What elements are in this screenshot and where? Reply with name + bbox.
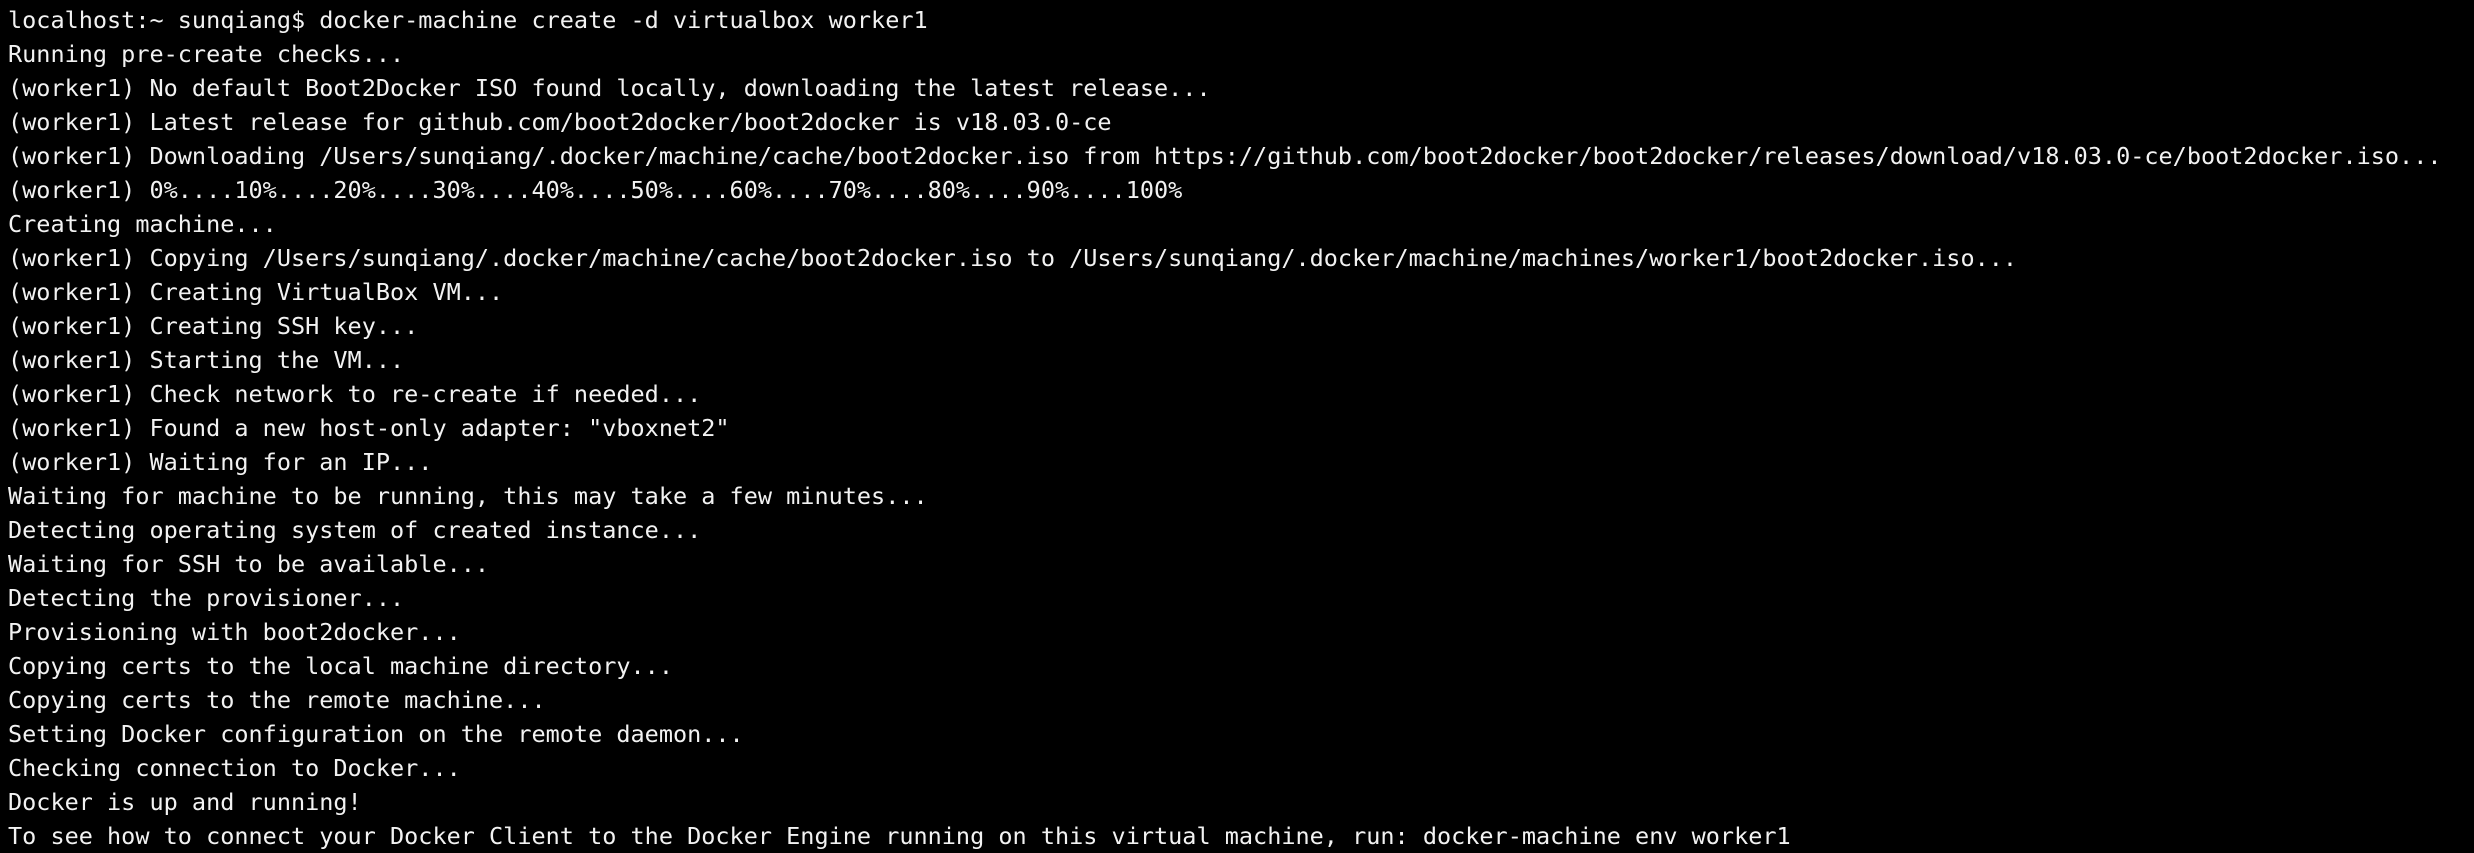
terminal-window[interactable]: localhost:~ sunqiang$ docker-machine cre… xyxy=(0,0,2474,852)
terminal-line: Running pre-create checks... xyxy=(8,40,405,68)
terminal-line: Copying certs to the local machine direc… xyxy=(8,652,673,680)
terminal-line: (worker1) Copying /Users/sunqiang/.docke… xyxy=(8,244,2018,272)
terminal-line: (worker1) Check network to re-create if … xyxy=(8,380,702,408)
terminal-line: (worker1) Waiting for an IP... xyxy=(8,448,433,476)
terminal-line: Detecting the provisioner... xyxy=(8,584,405,612)
terminal-line: (worker1) No default Boot2Docker ISO fou… xyxy=(8,74,1211,102)
terminal-line: Waiting for SSH to be available... xyxy=(8,550,490,578)
terminal-line: Setting Docker configuration on the remo… xyxy=(8,720,744,748)
terminal-line: Copying certs to the remote machine... xyxy=(8,686,546,714)
terminal-line: Provisioning with boot2docker... xyxy=(8,618,461,646)
terminal-line: (worker1) Creating SSH key... xyxy=(8,312,419,340)
terminal-line: (worker1) Latest release for github.com/… xyxy=(8,108,1112,136)
terminal-line: Creating machine... xyxy=(8,210,277,238)
terminal-line: Waiting for machine to be running, this … xyxy=(8,482,928,510)
terminal-line: To see how to connect your Docker Client… xyxy=(8,822,1791,850)
terminal-line-progress: (worker1) 0%....10%....20%....30%....40%… xyxy=(8,176,1183,204)
terminal-line: (worker1) Downloading /Users/sunqiang/.d… xyxy=(8,142,2442,170)
terminal-line: Docker is up and running! xyxy=(8,788,362,816)
terminal-line: Detecting operating system of created in… xyxy=(8,516,702,544)
terminal-line: (worker1) Creating VirtualBox VM... xyxy=(8,278,504,306)
terminal-line: (worker1) Starting the VM... xyxy=(8,346,405,374)
terminal-line: Checking connection to Docker... xyxy=(8,754,461,782)
terminal-line-command: localhost:~ sunqiang$ docker-machine cre… xyxy=(8,6,928,34)
terminal-line: (worker1) Found a new host-only adapter:… xyxy=(8,414,730,442)
